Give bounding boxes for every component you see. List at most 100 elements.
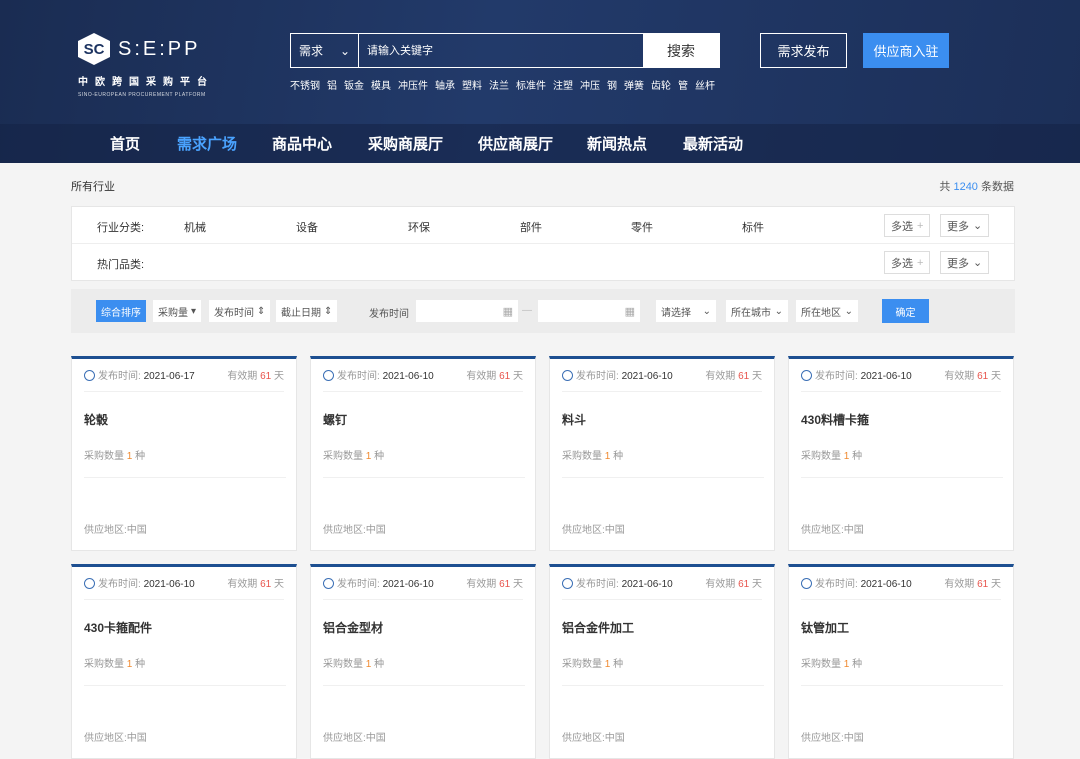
hot-word-link[interactable]: 冲压	[580, 77, 600, 92]
card-title[interactable]: 铝合金型材	[323, 619, 383, 636]
valid-days: 61	[738, 579, 750, 590]
supplier-join-button[interactable]: 供应商入驻	[863, 33, 949, 68]
nav-products[interactable]: 商品中心	[272, 133, 332, 154]
card-title[interactable]: 轮毂	[84, 411, 108, 428]
logo-cn: 中欧跨国采购平台	[78, 77, 214, 88]
region-select[interactable]: 所在地区 ⌄	[796, 300, 858, 322]
card-meta: 发布时间: 2021-06-10 有效期 61 天	[562, 575, 762, 600]
valid-days: 61	[977, 371, 989, 382]
sort-publish-time[interactable]: 发布时间 ⇕	[209, 300, 271, 322]
hot-word-link[interactable]: 丝杆	[695, 77, 715, 92]
demand-card[interactable]: 发布时间: 2021-06-10 有效期 61 天 钛管加工 采购数量 1 种 供…	[788, 564, 1014, 759]
card-quantity: 采购数量 1 种	[323, 447, 525, 478]
nav-home[interactable]: 首页	[110, 133, 140, 154]
card-title[interactable]: 430卡箍配件	[84, 619, 152, 636]
industry-label: 行业分类:	[97, 222, 145, 234]
demand-card[interactable]: 发布时间: 2021-06-10 有效期 61 天 430卡箍配件 采购数量 1 …	[71, 564, 297, 759]
nav-supplier-hall[interactable]: 供应商展厅	[478, 133, 553, 154]
city-select[interactable]: 所在城市 ⌄	[726, 300, 788, 322]
hot-word-link[interactable]: 冲压件	[398, 77, 428, 92]
valid-days: 61	[738, 371, 750, 382]
sort-icon: ⇕	[257, 305, 266, 317]
card-meta: 发布时间: 2021-06-10 有效期 61 天	[323, 575, 523, 600]
demand-card[interactable]: 发布时间: 2021-06-10 有效期 61 天 铝合金型材 采购数量 1 种 …	[310, 564, 536, 759]
more-button[interactable]: 更多 ⌄	[940, 214, 990, 237]
card-title[interactable]: 钛管加工	[801, 619, 849, 636]
hot-word-link[interactable]: 注塑	[553, 77, 573, 92]
logo[interactable]: SC S:E:PP 中欧跨国采购平台 SINO-EUROPEAN PROCUREM…	[78, 33, 214, 98]
more-button[interactable]: 更多 ⌄	[940, 251, 990, 274]
confirm-button[interactable]: 确定	[882, 299, 929, 323]
sort-default[interactable]: 综合排序	[96, 300, 146, 322]
hot-word-link[interactable]: 塑料	[462, 77, 482, 92]
search-button[interactable]: 搜索	[643, 34, 719, 67]
industry-option[interactable]: 设备	[296, 219, 318, 235]
sort-bar: 综合排序 采购量 ▾ 发布时间 ⇕ 截止日期 ⇕ 发布时间 ▦ — ▦ 请选择 ⌄ 所在…	[71, 289, 1015, 333]
sort-deadline[interactable]: 截止日期 ⇕	[276, 300, 338, 322]
start-date-input[interactable]: ▦	[416, 300, 518, 322]
demand-card[interactable]: 发布时间: 2021-06-10 有效期 61 天 430料槽卡箍 采购数量 1 …	[788, 356, 1014, 551]
multi-select-button[interactable]: 多选 +	[884, 214, 931, 237]
nav-buyer-hall[interactable]: 采购商展厅	[368, 133, 443, 154]
hot-word-link[interactable]: 轴承	[435, 77, 455, 92]
demand-card[interactable]: 发布时间: 2021-06-10 有效期 61 天 铝合金件加工 采购数量 1 种…	[549, 564, 775, 759]
publish-demand-button[interactable]: 需求发布	[760, 33, 847, 68]
publish-date: 2021-06-10	[143, 579, 195, 590]
publish-date: 2021-06-10	[860, 579, 912, 590]
time-label: 发布时间	[369, 309, 409, 320]
card-title[interactable]: 430料槽卡箍	[801, 411, 869, 428]
hot-word-link[interactable]: 铝	[327, 77, 337, 92]
chevron-down-icon: ⌄	[702, 305, 711, 317]
hot-word-link[interactable]: 钢	[607, 77, 617, 92]
card-meta: 发布时间: 2021-06-10 有效期 61 天	[801, 367, 1001, 392]
hot-word-link[interactable]: 法兰	[489, 77, 509, 92]
search-type-select[interactable]: 需求 ⌄	[291, 34, 359, 67]
industry-option[interactable]: 标件	[742, 219, 764, 235]
hot-word-link[interactable]: 管	[678, 77, 688, 92]
calendar-icon: ▦	[502, 305, 513, 318]
nav-activities[interactable]: 最新活动	[683, 133, 743, 154]
end-date-input[interactable]: ▦	[538, 300, 640, 322]
nav-demand-square[interactable]: 需求广场	[177, 133, 237, 154]
date-separator: —	[522, 305, 532, 316]
hot-word-link[interactable]: 标准件	[516, 77, 546, 92]
chevron-down-icon: ⌄	[339, 43, 350, 58]
publish-date: 2021-06-10	[621, 371, 673, 382]
industry-option[interactable]: 环保	[408, 219, 430, 235]
card-area: 供应地区:中国	[562, 525, 625, 536]
card-title[interactable]: 料斗	[562, 411, 586, 428]
hot-category-label: 热门品类:	[97, 259, 145, 271]
card-quantity: 采购数量 1 种	[801, 655, 1003, 686]
industry-option[interactable]: 零件	[631, 219, 653, 235]
industry-option[interactable]: 机械	[184, 219, 206, 235]
demand-card[interactable]: 发布时间: 2021-06-17 有效期 61 天 轮毂 采购数量 1 种 供应地…	[71, 356, 297, 551]
card-quantity: 采购数量 1 种	[562, 655, 764, 686]
hot-word-link[interactable]: 钣金	[344, 77, 364, 92]
plus-icon: +	[917, 219, 924, 232]
multi-select-button[interactable]: 多选 +	[884, 251, 931, 274]
plus-icon: +	[917, 256, 924, 269]
hot-word-link[interactable]: 不锈钢	[290, 77, 320, 92]
card-title[interactable]: 螺钉	[323, 411, 347, 428]
check-circle-icon	[84, 578, 95, 589]
card-title[interactable]: 铝合金件加工	[562, 619, 634, 636]
valid-days: 61	[499, 579, 511, 590]
demand-card[interactable]: 发布时间: 2021-06-10 有效期 61 天 料斗 采购数量 1 种 供应地…	[549, 356, 775, 551]
card-area: 供应地区:中国	[323, 733, 386, 744]
chevron-down-icon: ⌄	[973, 257, 983, 269]
sort-icon: ⇕	[324, 305, 333, 317]
valid-days: 61	[499, 371, 511, 382]
industry-option[interactable]: 部件	[520, 219, 542, 235]
hot-word-link[interactable]: 模具	[371, 77, 391, 92]
filter-panel: 行业分类: 机械 设备 环保 部件 零件 标件 多选 + 更多 ⌄ 热门品类: 多选…	[71, 206, 1015, 281]
chevron-down-icon: ⌄	[973, 220, 983, 232]
nav-news[interactable]: 新闻热点	[587, 133, 647, 154]
type-select[interactable]: 请选择 ⌄	[656, 300, 716, 322]
sort-quantity[interactable]: 采购量 ▾	[153, 300, 202, 322]
search-bar: 需求 ⌄ 搜索	[290, 33, 720, 68]
hot-word-link[interactable]: 齿轮	[651, 77, 671, 92]
demand-card[interactable]: 发布时间: 2021-06-10 有效期 61 天 螺钉 采购数量 1 种 供应地…	[310, 356, 536, 551]
hot-word-link[interactable]: 弹簧	[624, 77, 644, 92]
search-input[interactable]	[359, 34, 643, 67]
card-meta: 发布时间: 2021-06-17 有效期 61 天	[84, 367, 284, 392]
